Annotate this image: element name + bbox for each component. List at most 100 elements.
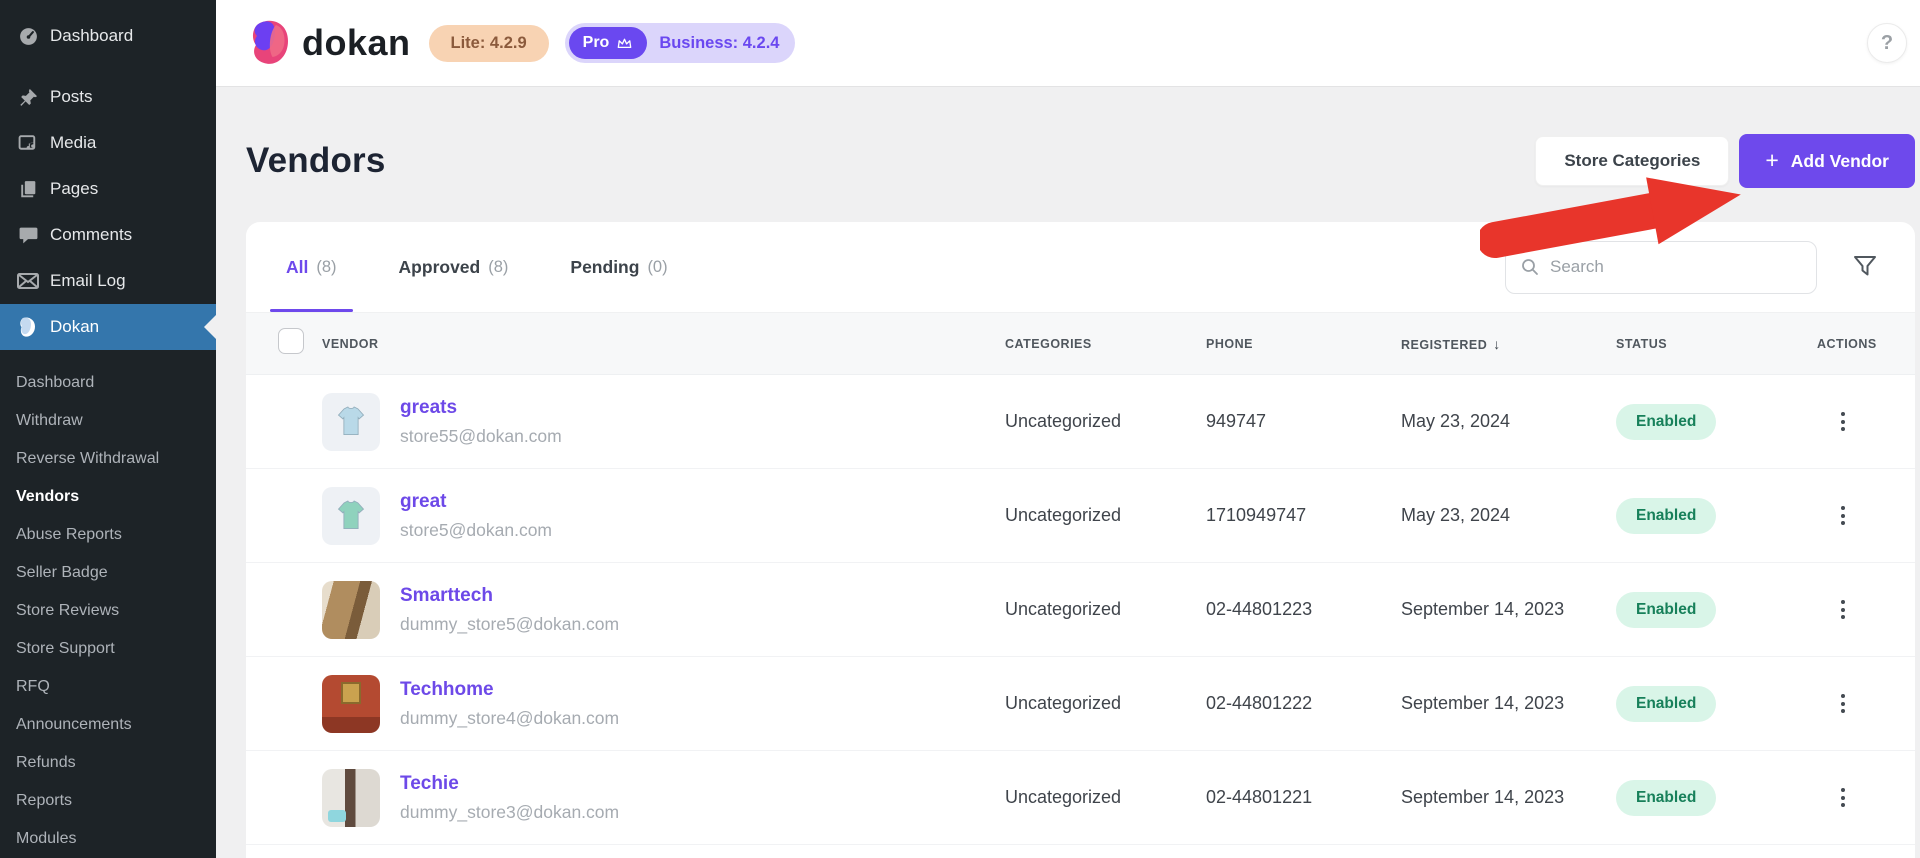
- crown-icon: [617, 38, 632, 48]
- sidebar-item-media[interactable]: Media: [0, 120, 216, 166]
- search-input[interactable]: [1550, 257, 1802, 277]
- cell-category: Uncategorized: [1005, 787, 1122, 807]
- column-vendor: Vendor: [322, 336, 379, 351]
- lite-version-badge: Lite: 4.2.9: [428, 24, 549, 62]
- store-categories-button[interactable]: Store Categories: [1535, 136, 1730, 186]
- cell-phone: 02-44801223: [1206, 599, 1313, 619]
- content-area: Vendors Store Categories + Add Vendor Al…: [216, 134, 1920, 858]
- vendor-name-link[interactable]: Techhome: [400, 679, 619, 701]
- pro-badge: Pro: [568, 27, 648, 59]
- sidebar-item-dashboard[interactable]: Dashboard: [0, 13, 216, 59]
- tab-approved[interactable]: Approved (8): [399, 222, 509, 312]
- vendor-name-link[interactable]: greats: [400, 397, 562, 419]
- sidebar-item-comments[interactable]: Comments: [0, 212, 216, 258]
- sidebar-subitem-refunds[interactable]: Refunds: [0, 744, 216, 782]
- sidebar-subitem-dashboard[interactable]: Dashboard: [0, 364, 216, 402]
- vendor-email: store55@dokan.com: [400, 425, 562, 446]
- sidebar-item-label: Pages: [50, 179, 99, 198]
- sidebar-subitem-abuse-reports[interactable]: Abuse Reports: [0, 516, 216, 554]
- page-title: Vendors: [246, 141, 386, 180]
- vendor-avatar: [322, 486, 380, 545]
- search-box[interactable]: [1505, 240, 1817, 294]
- sidebar-item-pages[interactable]: Pages: [0, 166, 216, 212]
- cell-category: Uncategorized: [1005, 505, 1122, 525]
- vendor-name-link[interactable]: Techie: [400, 773, 619, 795]
- main-area: dokan Lite: 4.2.9 Pro Business: 4.2.4 ? …: [216, 0, 1920, 858]
- sort-desc-icon: ↓: [1493, 335, 1501, 352]
- sidebar-item-email-log[interactable]: Email Log: [0, 258, 216, 304]
- row-actions-menu-button[interactable]: [1835, 688, 1851, 719]
- row-actions-menu-button[interactable]: [1835, 500, 1851, 531]
- sidebar-menu: Dashboard Posts Media Pages Comments Email Lo…: [0, 0, 216, 350]
- cell-category: Uncategorized: [1005, 411, 1122, 431]
- sidebar-subitem-vendors[interactable]: Vendors: [0, 478, 216, 516]
- add-vendor-button[interactable]: + Add Vendor: [1739, 134, 1915, 188]
- cell-category: Uncategorized: [1005, 599, 1122, 619]
- sidebar-subitem-reverse-withdrawal[interactable]: Reverse Withdrawal: [0, 440, 216, 478]
- cell-registered: May 23, 2024: [1401, 411, 1511, 431]
- column-actions: Actions: [1817, 336, 1877, 351]
- row-actions-menu-button[interactable]: [1835, 782, 1851, 813]
- cell-phone: 1710949747: [1206, 505, 1307, 525]
- media-icon: [16, 131, 40, 155]
- row-actions-menu-button[interactable]: [1835, 594, 1851, 625]
- select-all-checkbox[interactable]: [278, 328, 304, 354]
- status-badge: Enabled: [1616, 591, 1717, 628]
- vendor-name-link[interactable]: great: [400, 491, 552, 513]
- table-row: Smarttech dummy_store5@dokan.com Uncategor…: [246, 563, 1915, 657]
- column-registered[interactable]: Registered ↓: [1401, 336, 1616, 352]
- table-header: Vendor Categories Phone Registered ↓ Stat…: [246, 312, 1915, 375]
- vendor-name-link[interactable]: Smarttech: [400, 585, 619, 607]
- pushpin-icon: [16, 85, 40, 109]
- sidebar-submenu: Dashboard Withdraw Reverse Withdrawal Vendo…: [0, 350, 216, 858]
- vendor-avatar: [322, 580, 380, 639]
- row-actions-menu-button[interactable]: [1835, 406, 1851, 437]
- sidebar-item-label: Posts: [50, 87, 93, 106]
- sidebar-subitem-seller-badge[interactable]: Seller Badge: [0, 554, 216, 592]
- plugin-header: dokan Lite: 4.2.9 Pro Business: 4.2.4 ?: [216, 0, 1920, 86]
- sidebar-subitem-reports[interactable]: Reports: [0, 782, 216, 820]
- pro-business-badge: Pro Business: 4.2.4: [564, 23, 796, 63]
- sidebar-subitem-rfq[interactable]: RFQ: [0, 668, 216, 706]
- column-phone: Phone: [1206, 336, 1253, 351]
- email-icon: [16, 269, 40, 293]
- help-button[interactable]: ?: [1867, 23, 1907, 63]
- table-row: Techie dummy_store3@dokan.com Uncategorize…: [246, 751, 1915, 845]
- cell-registered: September 14, 2023: [1401, 787, 1565, 807]
- vendors-card: All(8) Approved(8) Pending(0) Vendor: [246, 222, 1915, 858]
- tab-pending[interactable]: Pending (0): [570, 222, 667, 312]
- dokan-logo-text: dokan: [302, 22, 411, 63]
- cell-phone: 02-44801222: [1206, 693, 1313, 713]
- sidebar-subitem-announcements[interactable]: Announcements: [0, 706, 216, 744]
- search-icon: [1522, 259, 1538, 275]
- vendor-avatar: [322, 674, 380, 733]
- filter-icon: [1854, 255, 1876, 275]
- table-row: Techhome dummy_store4@dokan.com Uncategori…: [246, 657, 1915, 751]
- cell-category: Uncategorized: [1005, 693, 1122, 713]
- sidebar-subitem-withdraw[interactable]: Withdraw: [0, 402, 216, 440]
- vendor-avatar: [322, 392, 380, 451]
- tab-all[interactable]: All (8): [270, 222, 352, 312]
- vendor-email: dummy_store5@dokan.com: [400, 613, 620, 634]
- sidebar-subitem-store-reviews[interactable]: Store Reviews: [0, 592, 216, 630]
- sidebar-item-label: Comments: [50, 225, 133, 244]
- cell-registered: September 14, 2023: [1401, 693, 1565, 713]
- sidebar-item-dokan[interactable]: Dokan: [0, 304, 216, 350]
- tshirt-icon: [337, 499, 365, 529]
- admin-sidebar: Dashboard Posts Media Pages Comments Email Lo…: [0, 0, 216, 858]
- status-badge: Enabled: [1616, 685, 1717, 722]
- tshirt-icon: [337, 405, 365, 435]
- column-status: Status: [1616, 336, 1668, 351]
- sidebar-item-posts[interactable]: Posts: [0, 74, 216, 120]
- table-row: great store5@dokan.com Uncategorized 171094…: [246, 469, 1915, 563]
- cell-phone: 949747: [1206, 411, 1267, 431]
- card-header: All (8) Approved (8) Pending (0): [246, 222, 1915, 312]
- status-badge: Enabled: [1616, 403, 1717, 440]
- business-version-badge: Business: 4.2.4: [659, 33, 780, 52]
- sidebar-item-label: Dokan: [50, 317, 100, 336]
- plus-icon: +: [1765, 146, 1779, 173]
- status-badge: Enabled: [1616, 779, 1717, 816]
- sidebar-subitem-modules[interactable]: Modules: [0, 820, 216, 858]
- sidebar-subitem-store-support[interactable]: Store Support: [0, 630, 216, 668]
- filter-button[interactable]: [1847, 249, 1883, 286]
